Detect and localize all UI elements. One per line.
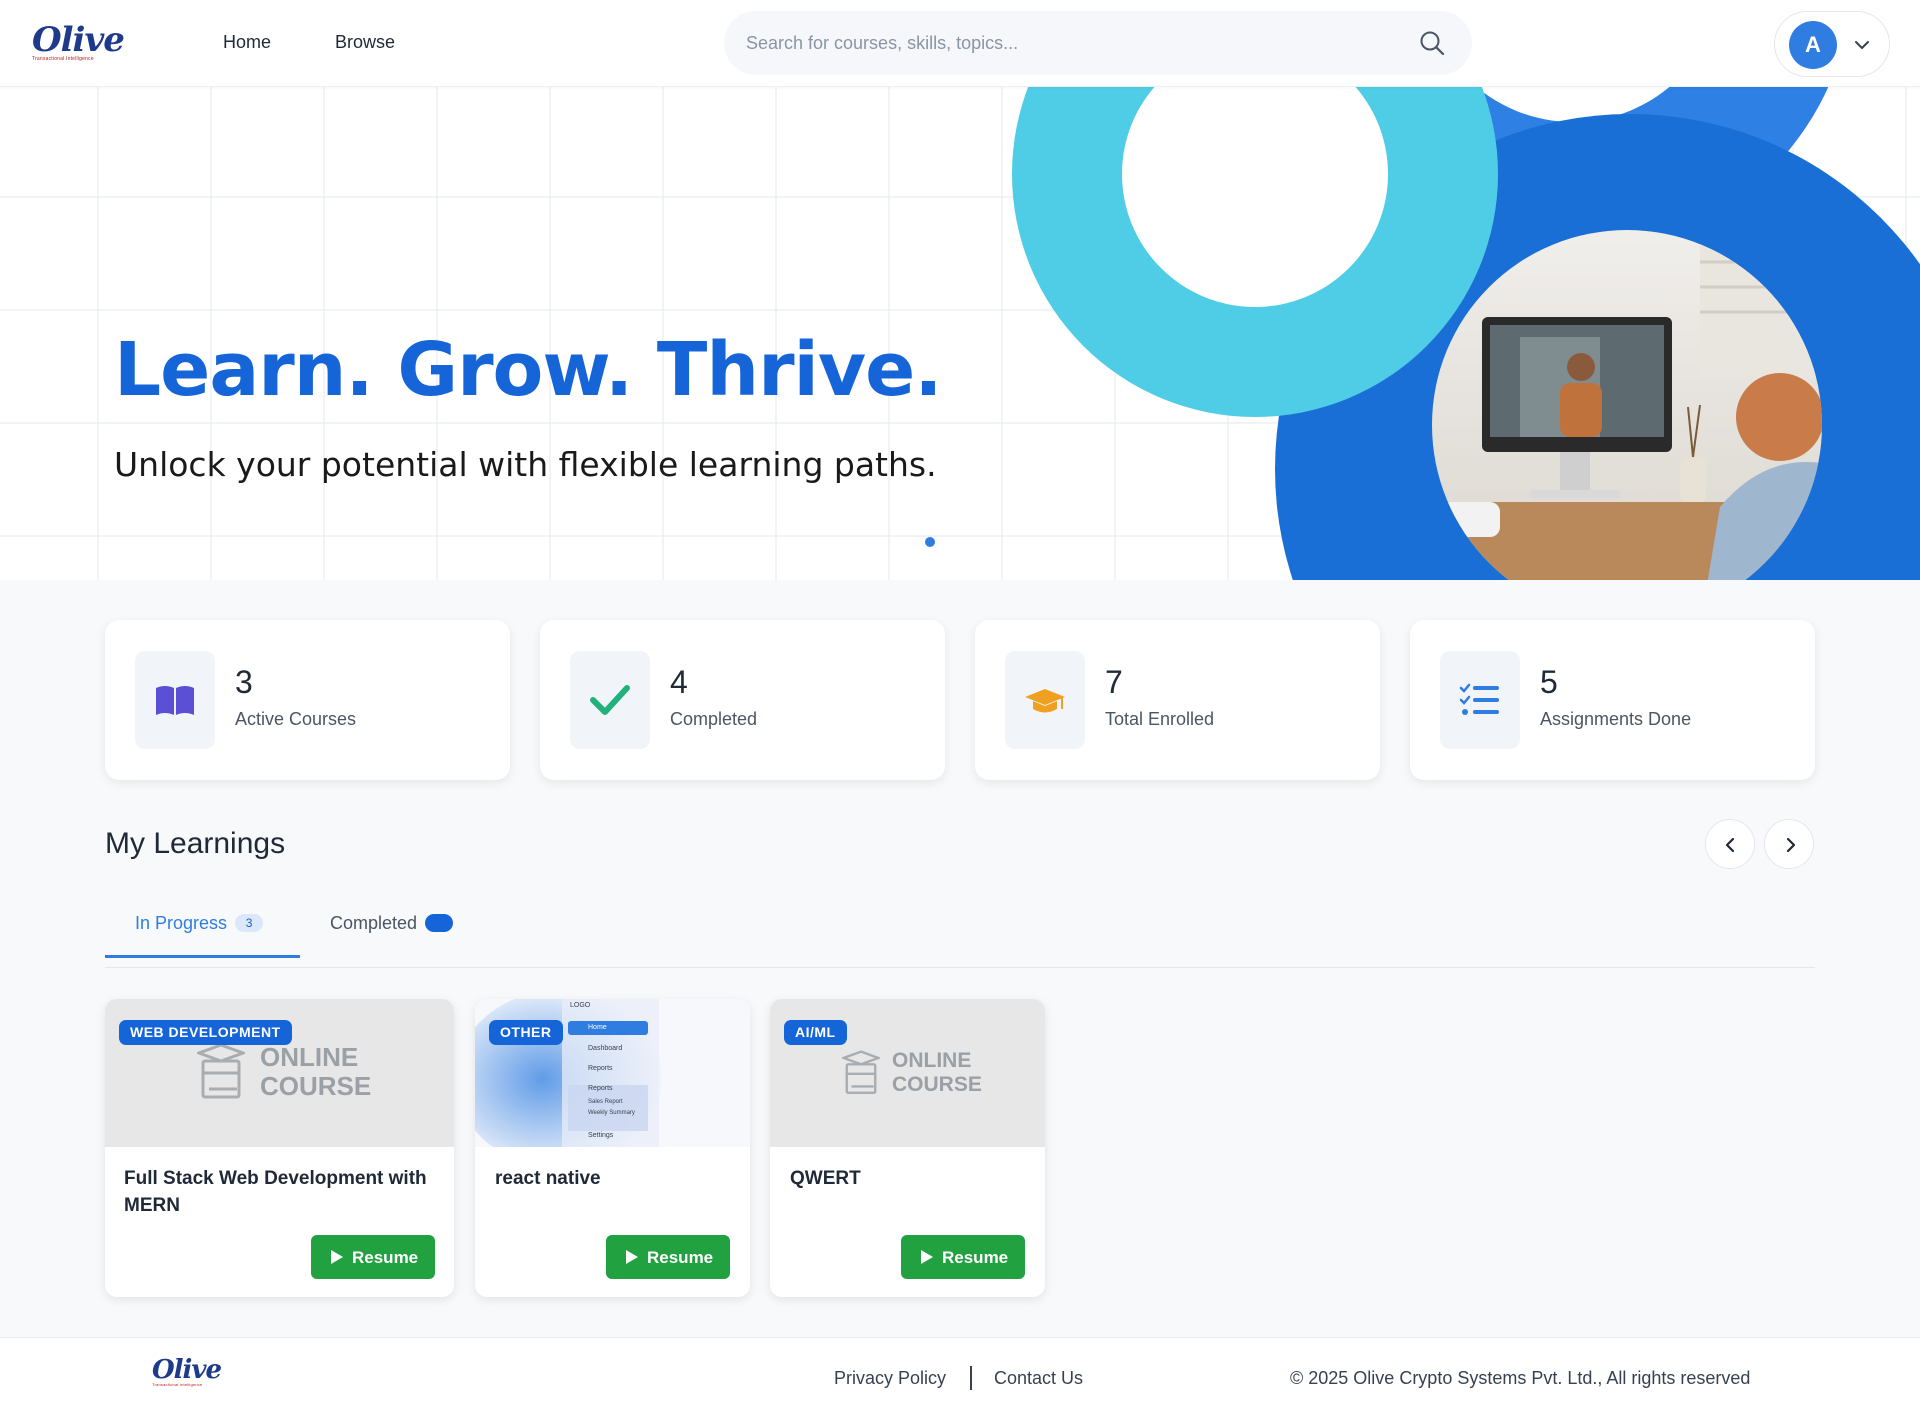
thumb-line-2: COURSE [892, 1072, 982, 1096]
hero-title: Learn. Grow. Thrive. [114, 327, 942, 413]
category-badge: WEB DEVELOPMENT [119, 1020, 292, 1045]
tab-count-badge: 3 [235, 914, 264, 932]
stat-value: 3 [235, 664, 253, 700]
category-badge: OTHER [489, 1020, 563, 1045]
thumb-line-1: ONLINE [892, 1049, 972, 1072]
nav-browse-link[interactable]: Browse [335, 32, 395, 53]
course-card-mern[interactable]: ONLINE COURSE WEB DEVELOPMENT Full Stack… [105, 999, 454, 1297]
resume-button[interactable]: Resume [606, 1235, 730, 1279]
carousel-dot-active[interactable] [925, 537, 935, 547]
stat-value: 4 [670, 664, 688, 700]
course-thumbnail: LOGO Home Dashboard Reports Reports Sale… [475, 999, 750, 1147]
my-learnings-title: My Learnings [105, 827, 286, 860]
course-title: QWERT [790, 1168, 861, 1189]
search-input[interactable] [746, 11, 1386, 75]
hero-banner: Learn. Grow. Thrive. Unlock your potenti… [0, 87, 1920, 580]
play-icon [626, 1250, 638, 1264]
course-thumbnail: ONLINE COURSE WEB DEVELOPMENT [105, 999, 454, 1147]
tab-count-badge: 4 [425, 914, 454, 932]
checklist-icon [1459, 683, 1499, 715]
stat-icon-container [1440, 651, 1520, 749]
brand-name: Olive [32, 20, 125, 60]
footer: Olive Transactional Intelligence Privacy… [0, 1337, 1920, 1417]
graduation-cap-icon [1025, 689, 1065, 713]
thumb-logo-text: LOGO [570, 1002, 591, 1009]
stat-label: Total Enrolled [1105, 709, 1215, 729]
tab-label: Completed [330, 913, 418, 933]
footer-logo[interactable]: Olive Transactional Intelligence [152, 1356, 224, 1390]
online-course-icon [842, 1050, 880, 1094]
thumb-menu-item: Dashboard [588, 1045, 623, 1052]
stat-label: Active Courses [235, 709, 357, 729]
thumb-text: ONLINE COURSE [260, 1042, 372, 1102]
checkmark-icon [590, 685, 630, 715]
thumb-menu-item: Reports [588, 1085, 613, 1092]
stat-icon-container [135, 651, 215, 749]
thumb-menu-item: Sales Report [588, 1099, 623, 1105]
stat-card-total-enrolled: 7 Total Enrolled [975, 620, 1380, 780]
avatar: A [1789, 21, 1837, 69]
hero-subtitle: Unlock your potential with flexible lear… [114, 445, 937, 484]
chevron-left-icon [1725, 837, 1735, 853]
thumb-line-1: ONLINE [260, 1042, 359, 1072]
chevron-down-icon [1855, 41, 1869, 49]
thumb-text: ONLINE COURSE [892, 1049, 982, 1096]
stat-value: 7 [1105, 664, 1123, 700]
tab-in-progress[interactable]: In Progress 3 [135, 913, 264, 957]
tabs-divider [105, 967, 1815, 968]
resume-button[interactable]: Resume [311, 1235, 435, 1279]
thumb-line-2: COURSE [260, 1071, 372, 1102]
contact-us-link[interactable]: Contact Us [994, 1368, 1083, 1389]
thumb-menu-item: Settings [588, 1132, 614, 1139]
footer-divider [970, 1366, 972, 1390]
stat-card-completed: 4 Completed [540, 620, 945, 780]
stat-label: Assignments Done [1540, 709, 1692, 729]
nav-home-link[interactable]: Home [223, 32, 271, 53]
course-title: react native [495, 1168, 601, 1189]
top-navbar: Olive Transactional Intelligence Home Br… [0, 0, 1920, 87]
stat-label: Completed [670, 709, 758, 729]
search-bar [724, 11, 1472, 75]
brand-logo[interactable]: Olive Transactional Intelligence [32, 20, 125, 64]
brand-name: Olive [152, 1355, 222, 1385]
resume-label: Resume [352, 1248, 419, 1267]
resume-label: Resume [647, 1248, 714, 1267]
course-card-qwert[interactable]: ONLINE COURSE AI/ML QWERT Resume [770, 999, 1045, 1297]
course-thumbnail: ONLINE COURSE AI/ML [770, 999, 1045, 1147]
course-card-react-native[interactable]: LOGO Home Dashboard Reports Reports Sale… [475, 999, 750, 1297]
privacy-policy-link[interactable]: Privacy Policy [834, 1368, 946, 1389]
tab-completed[interactable]: Completed 4 [330, 913, 454, 957]
book-icon [156, 686, 194, 715]
category-badge: AI/ML [784, 1020, 847, 1045]
profile-menu-button[interactable]: A [1774, 11, 1890, 77]
stat-value: 5 [1540, 664, 1558, 700]
active-tab-indicator [105, 955, 300, 958]
play-icon [921, 1250, 933, 1264]
tab-label: In Progress [135, 913, 228, 933]
stat-card-active-courses: 3 Active Courses [105, 620, 510, 780]
online-course-icon [197, 1043, 245, 1099]
resume-label: Resume [942, 1248, 1009, 1267]
chevron-right-icon [1786, 837, 1796, 853]
carousel-next-button[interactable] [1764, 819, 1814, 869]
copyright-text: © 2025 Olive Crypto Systems Pvt. Ltd., A… [1290, 1368, 1751, 1388]
stat-icon-container [570, 651, 650, 749]
play-icon [331, 1250, 343, 1264]
course-title: Full Stack Web Development with MERN [124, 1168, 427, 1216]
carousel-prev-button[interactable] [1705, 819, 1755, 869]
resume-button[interactable]: Resume [901, 1235, 1025, 1279]
thumb-menu-item: Weekly Summary [588, 1110, 635, 1116]
stat-icon-container [1005, 651, 1085, 749]
thumb-menu-item: Home [588, 1024, 607, 1031]
search-icon[interactable] [1418, 29, 1446, 57]
stat-card-assignments-done: 5 Assignments Done [1410, 620, 1815, 780]
thumb-menu-item: Reports [588, 1065, 613, 1072]
